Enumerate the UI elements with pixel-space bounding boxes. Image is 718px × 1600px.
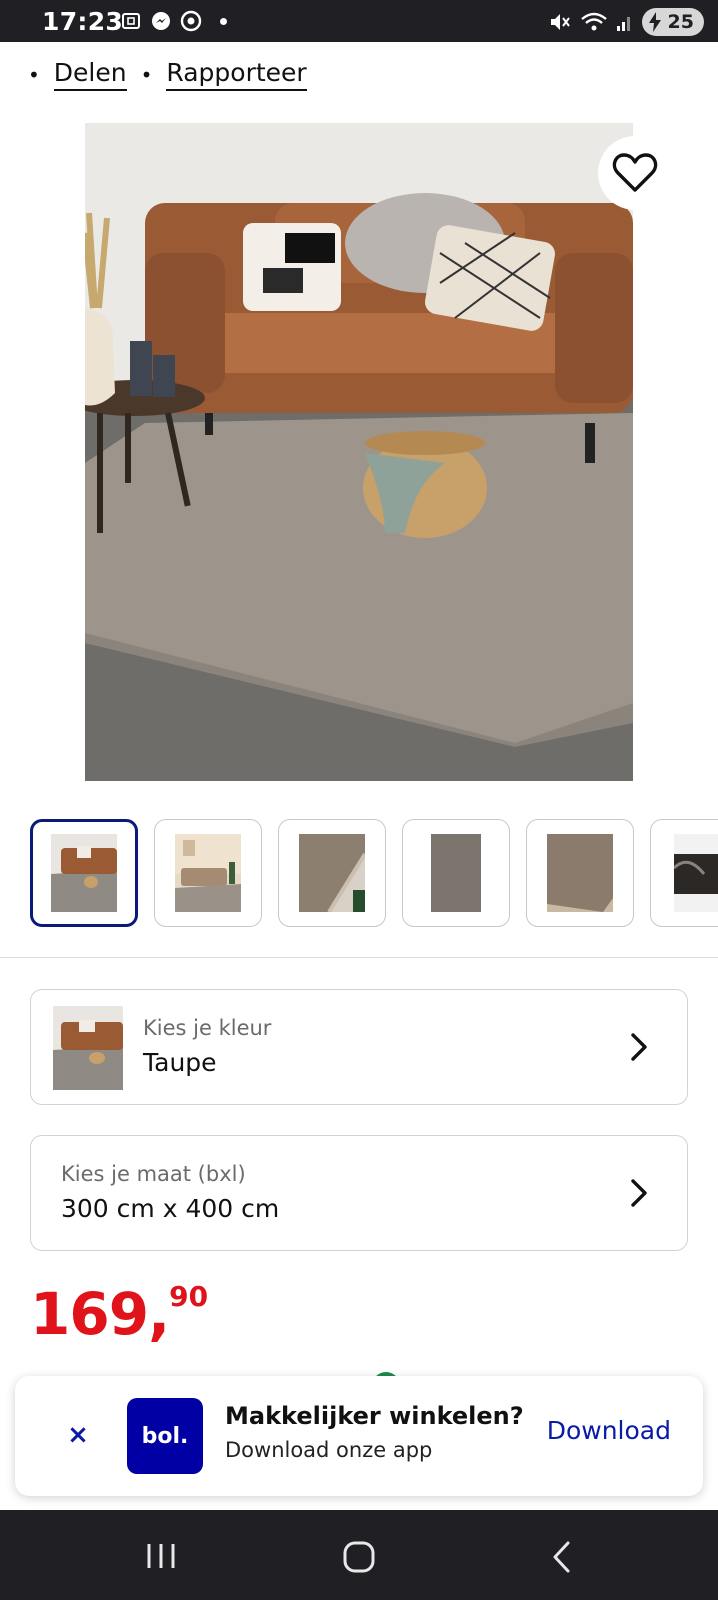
- signal-icon: [616, 17, 630, 31]
- size-option-value: 300 cm x 400 cm: [61, 1194, 280, 1223]
- thumbnail-1[interactable]: [30, 819, 138, 927]
- bullet: •: [140, 62, 153, 87]
- system-nav-bar: [0, 1510, 718, 1600]
- battery-indicator: 25: [641, 8, 704, 36]
- mute-icon: [550, 14, 570, 30]
- status-bar: 17:23 25: [0, 0, 718, 42]
- product-image[interactable]: [85, 123, 633, 781]
- app-download-banner: × bol. Makkelijker winkelen? Download on…: [15, 1376, 703, 1496]
- color-swatch-image: [53, 1006, 123, 1090]
- status-right-icons: 25: [548, 8, 704, 36]
- messenger-icon: [152, 12, 170, 30]
- screenshot-icon: [122, 13, 140, 29]
- close-banner-button[interactable]: ×: [63, 1420, 93, 1450]
- charging-icon: [648, 12, 661, 32]
- heart-icon: [612, 153, 658, 192]
- thumb-rug-edge-image: [674, 834, 718, 912]
- recent-apps-icon[interactable]: [145, 1540, 177, 1572]
- chevron-right-icon: [631, 1179, 647, 1207]
- bol-logo: bol.: [127, 1398, 203, 1474]
- download-app-button[interactable]: Download: [547, 1416, 671, 1445]
- price-whole: 169,: [30, 1280, 170, 1348]
- banner-title: Makkelijker winkelen?: [225, 1402, 524, 1430]
- thumb-rug-texture-image: [547, 834, 613, 912]
- price-cents: 90: [169, 1280, 209, 1313]
- share-link[interactable]: Delen: [53, 58, 127, 91]
- size-option-card[interactable]: Kies je maat (bxl) 300 cm x 400 cm: [30, 1135, 688, 1251]
- thumbnail-6[interactable]: [650, 819, 718, 927]
- top-links: • Delen • Rapporteer: [28, 58, 321, 91]
- notification-dot-icon: [220, 17, 227, 25]
- thumbnail-2[interactable]: [154, 819, 262, 927]
- thumb-rug-closeup-image: [299, 834, 365, 912]
- favorite-button[interactable]: [598, 136, 672, 210]
- color-option-card[interactable]: Kies je kleur Taupe: [30, 989, 688, 1105]
- bullet: •: [28, 62, 40, 87]
- size-option-label: Kies je maat (bxl): [61, 1162, 246, 1186]
- thumbnail-strip: [30, 819, 718, 927]
- wifi-icon: [580, 12, 607, 31]
- back-icon[interactable]: [550, 1540, 574, 1574]
- thumbnail-5[interactable]: [526, 819, 634, 927]
- thumb-room-wide-image: [175, 834, 241, 912]
- thumb-rug-flat-image: [431, 834, 481, 912]
- thumbnail-4[interactable]: [402, 819, 510, 927]
- living-room-photo: [85, 123, 633, 781]
- battery-level: 25: [667, 11, 694, 33]
- divider: [0, 957, 718, 958]
- price: 169,90: [30, 1280, 208, 1348]
- color-option-value: Taupe: [143, 1048, 217, 1077]
- banner-subtitle: Download onze app: [225, 1438, 433, 1462]
- thumb-living-room-image: [51, 834, 117, 912]
- thumbnail-3[interactable]: [278, 819, 386, 927]
- chevron-right-icon: [631, 1033, 647, 1061]
- chrome-icon: [180, 10, 202, 32]
- home-icon[interactable]: [342, 1540, 376, 1574]
- status-left-icons: [120, 10, 227, 32]
- color-option-label: Kies je kleur: [143, 1016, 272, 1040]
- report-link[interactable]: Rapporteer: [166, 58, 307, 91]
- status-time: 17:23: [42, 7, 124, 36]
